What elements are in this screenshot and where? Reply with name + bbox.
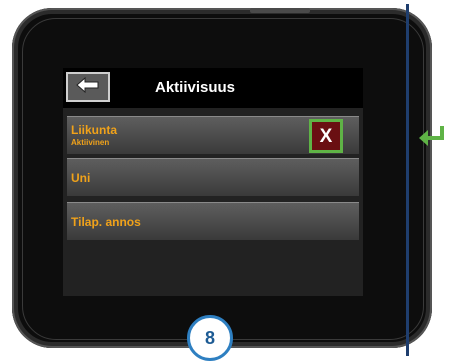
menu-item-liikunta[interactable]: Liikunta Aktiivinen X — [67, 116, 359, 154]
back-button[interactable] — [66, 72, 110, 102]
page-title: Aktiivisuus — [155, 79, 236, 96]
device-top-button — [250, 8, 310, 13]
menu-item-label: Liikunta — [71, 123, 118, 137]
device-edge-line — [406, 4, 409, 356]
menu-item-tilap-annos[interactable]: Tilap. annos — [67, 202, 359, 240]
touch-screen: Aktiivisuus Liikunta Aktiivinen X Uni Ti… — [63, 68, 363, 296]
screen-header: Aktiivisuus — [63, 68, 363, 108]
menu-item-uni[interactable]: Uni — [67, 158, 359, 196]
menu-item-label: Uni — [71, 171, 91, 185]
close-icon: X — [319, 125, 333, 147]
menu-item-label: Tilap. annos — [71, 215, 141, 229]
cancel-activity-button[interactable]: X — [309, 119, 343, 153]
left-arrow-icon — [76, 76, 100, 98]
menu-item-sublabel: Aktiivinen — [71, 138, 110, 147]
step-number-badge: 8 — [187, 315, 233, 361]
return-arrow-icon — [418, 124, 446, 151]
